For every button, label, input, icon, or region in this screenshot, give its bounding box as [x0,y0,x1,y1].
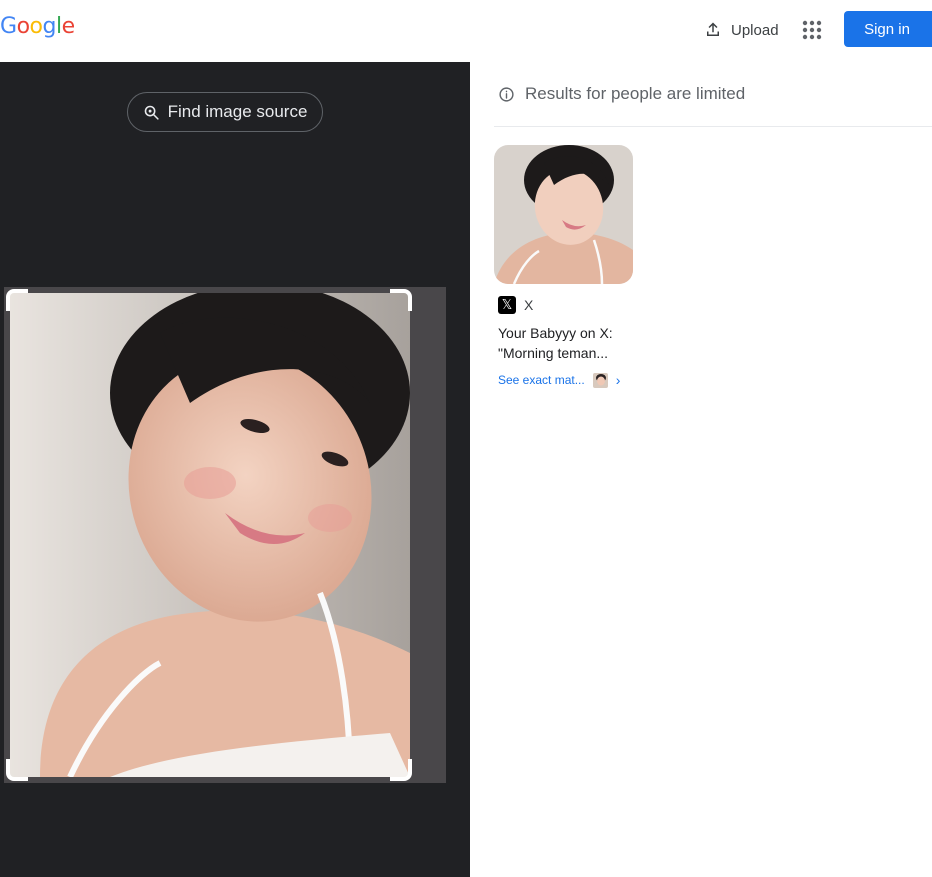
crop-handle-top-left[interactable] [6,289,28,311]
logo-letter: o [16,14,30,39]
google-logo[interactable]: Google [0,14,75,39]
see-exact-matches-label: See exact mat... [498,373,585,387]
crop-area[interactable] [4,287,446,783]
result-source-name: X [524,297,534,313]
divider [494,126,932,127]
results-panel: Results for people are limited 𝕏 X Your … [470,62,932,877]
result-card[interactable]: 𝕏 X Your Babyyy on X: "Morning teman... … [494,145,634,388]
result-title[interactable]: Your Babyyy on X: "Morning teman... [498,323,628,363]
logo-letter: g [42,14,57,39]
see-exact-matches-link[interactable]: See exact mat... › [498,372,634,388]
result-title-line: "Morning teman... [498,345,609,361]
apps-grid-icon[interactable] [799,17,825,43]
x-logo-icon: 𝕏 [498,296,516,314]
upload-button[interactable]: Upload [704,18,779,42]
logo-letter: o [29,14,43,39]
logo-letter: G [0,14,17,39]
results-notice: Results for people are limited [498,84,745,104]
find-image-source-button[interactable]: Find image source [127,92,323,132]
crop-handle-bottom-left[interactable] [6,759,28,781]
result-source[interactable]: 𝕏 X [498,296,634,314]
crop-handle-bottom-right[interactable] [390,759,412,781]
upload-icon [707,22,719,36]
result-thumbnail[interactable] [494,145,633,284]
logo-letter: e [61,14,76,39]
upload-label: Upload [731,21,779,39]
info-icon [499,86,514,102]
result-title-line: Your Babyyy on X: [498,325,613,341]
results-notice-text: Results for people are limited [525,84,746,103]
top-bar: Google Upload Sign in [0,0,932,62]
crop-handle-top-right[interactable] [390,289,412,311]
query-image [10,293,410,777]
lens-search-icon [144,105,159,120]
chevron-right-icon: › [615,372,621,388]
find-image-source-label: Find image source [167,102,308,121]
exact-match-thumbnail [592,372,608,388]
sign-in-button[interactable]: Sign in [844,11,932,47]
image-preview-panel: Find image source [0,62,470,877]
